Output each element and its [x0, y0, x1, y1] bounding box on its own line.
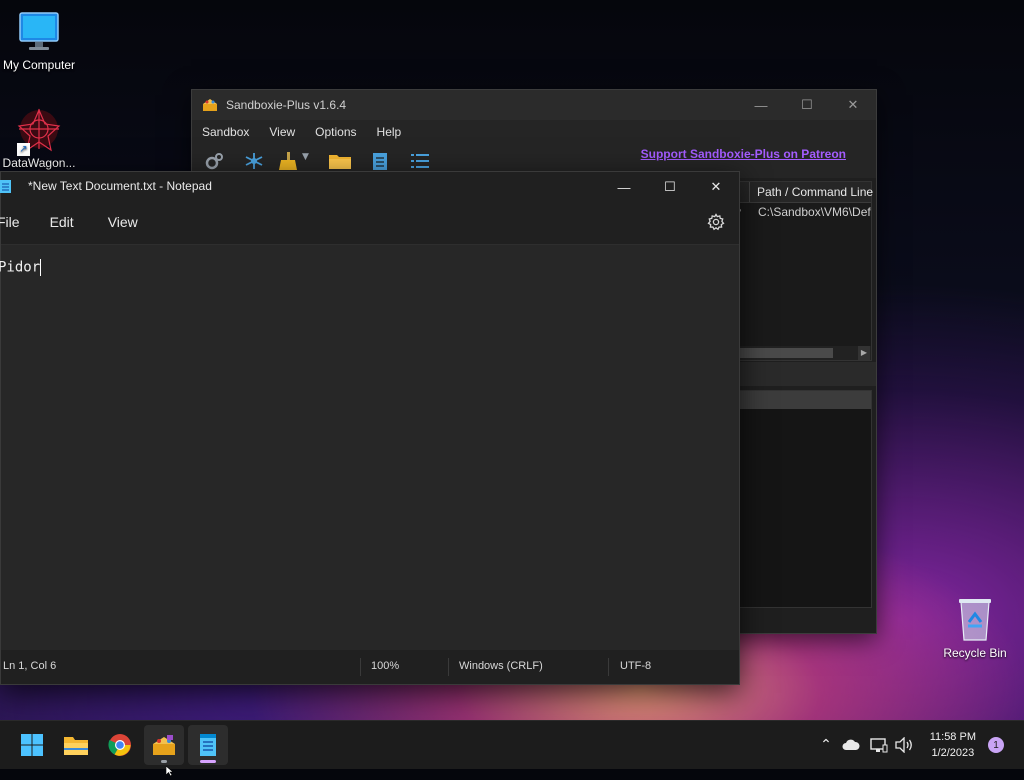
notepad-titlebar[interactable]: *New Text Document.txt - Notepad — ☐ ✕	[0, 172, 739, 202]
settings-gears-icon[interactable]	[204, 152, 224, 170]
text-caret	[40, 259, 42, 276]
document-text[interactable]: Pidor	[0, 259, 42, 276]
sandboxie-taskbar-button[interactable]	[144, 725, 184, 765]
network-icon[interactable]	[870, 737, 888, 753]
cursor-position: Ln 1, Col 6	[3, 660, 57, 672]
taskbar: ⌃ 11:58 PM 1/2/2023 1	[0, 720, 1024, 777]
recycle-bin-icon	[955, 596, 995, 642]
menu-edit[interactable]: Edit	[36, 214, 88, 230]
menu-file[interactable]: File	[0, 214, 34, 230]
table-cell-path: C:\Sandbox\VM6\Def	[758, 205, 871, 219]
scroll-right-arrow-icon[interactable]: ▶	[858, 346, 870, 360]
notepad-title: *New Text Document.txt - Notepad	[28, 179, 212, 193]
file-explorer-icon	[64, 737, 88, 755]
desktop-icon-label: My Computer	[2, 58, 76, 72]
clock-time: 11:58 PM	[929, 731, 976, 743]
menu-view[interactable]: View	[259, 125, 305, 139]
file-explorer-button[interactable]	[56, 725, 96, 765]
sandboxie-icon	[153, 735, 175, 755]
minimize-button[interactable]: —	[738, 90, 784, 120]
cleanup-broom-icon[interactable]	[278, 152, 298, 170]
chrome-icon	[108, 734, 131, 756]
divider	[608, 658, 609, 676]
column-divider	[749, 182, 750, 202]
notepad-window[interactable]: *New Text Document.txt - Notepad — ☐ ✕ F…	[0, 171, 740, 685]
notepad-text-area[interactable]: Pidor	[0, 244, 739, 650]
divider	[360, 658, 361, 676]
scrollbar-thumb[interactable]	[733, 348, 833, 358]
app-indicator-active	[200, 760, 216, 763]
menu-options[interactable]: Options	[305, 125, 366, 139]
line-endings: Windows (CRLF)	[459, 660, 543, 672]
sandboxie-app-icon	[202, 98, 218, 112]
encoding: UTF-8	[620, 660, 652, 672]
document-content: Pidor	[0, 259, 41, 276]
start-button[interactable]	[12, 725, 52, 765]
notification-badge[interactable]: 1	[988, 737, 1004, 753]
notepad-taskbar-button[interactable]	[188, 725, 228, 765]
patreon-link[interactable]: Support Sandboxie-Plus on Patreon	[641, 147, 846, 161]
desktop-icon-recycle-bin[interactable]: Recycle Bin	[930, 596, 1020, 660]
clock-date: 1/2/2023	[931, 747, 975, 759]
shortcut-arrow-icon: ↗	[17, 143, 30, 156]
network-snowflake-icon[interactable]	[244, 152, 264, 170]
dropdown-arrow-icon[interactable]: ▼	[302, 152, 312, 170]
start-icon	[21, 734, 43, 756]
mouse-cursor-icon	[165, 761, 174, 777]
zoom-level: 100%	[371, 660, 400, 672]
onedrive-cloud-icon[interactable]	[842, 739, 860, 751]
notepad-statusbar: Ln 1, Col 6 100% Windows (CRLF) UTF-8	[1, 650, 739, 684]
monitor-icon	[17, 10, 61, 54]
maximize-button[interactable]: ☐	[784, 90, 830, 120]
minimize-button[interactable]: —	[601, 172, 647, 202]
settings-gear-icon[interactable]	[707, 213, 725, 231]
chrome-button[interactable]	[100, 725, 140, 765]
folder-icon[interactable]	[328, 152, 352, 170]
maximize-button[interactable]: ☐	[647, 172, 693, 202]
desktop-icon-label: Recycle Bin	[943, 646, 1007, 660]
menu-help[interactable]: Help	[367, 125, 412, 139]
divider	[448, 658, 449, 676]
desktop-icon-datawagon[interactable]: ↗ DataWagon...	[0, 106, 84, 170]
desktop-icon-my-computer[interactable]: My Computer	[0, 10, 84, 72]
menu-sandbox[interactable]: Sandbox	[192, 125, 259, 139]
notepad-app-icon	[0, 179, 12, 193]
show-hidden-icons-chevron-icon[interactable]: ⌃	[818, 737, 834, 753]
notepad-icon	[200, 734, 216, 756]
volume-icon[interactable]	[894, 737, 914, 753]
column-path-header[interactable]: Path / Command Line	[757, 185, 873, 199]
sandboxie-menubar: Sandbox View Options Help	[192, 120, 876, 144]
sandboxie-titlebar[interactable]: Sandboxie-Plus v1.6.4 — ☐ ✕	[192, 90, 876, 120]
menu-view[interactable]: View	[94, 214, 152, 230]
datawagon-icon: ↗	[15, 106, 63, 156]
desktop-icon-label: DataWagon...	[2, 156, 76, 170]
notes-icon[interactable]	[370, 152, 390, 170]
close-button[interactable]: ✕	[830, 90, 876, 120]
clock[interactable]: 11:58 PM 1/2/2023	[930, 729, 976, 761]
close-button[interactable]: ✕	[693, 172, 739, 202]
list-icon[interactable]	[410, 152, 430, 170]
sandboxie-title: Sandboxie-Plus v1.6.4	[226, 98, 347, 112]
notepad-menubar: File Edit View	[0, 200, 739, 244]
